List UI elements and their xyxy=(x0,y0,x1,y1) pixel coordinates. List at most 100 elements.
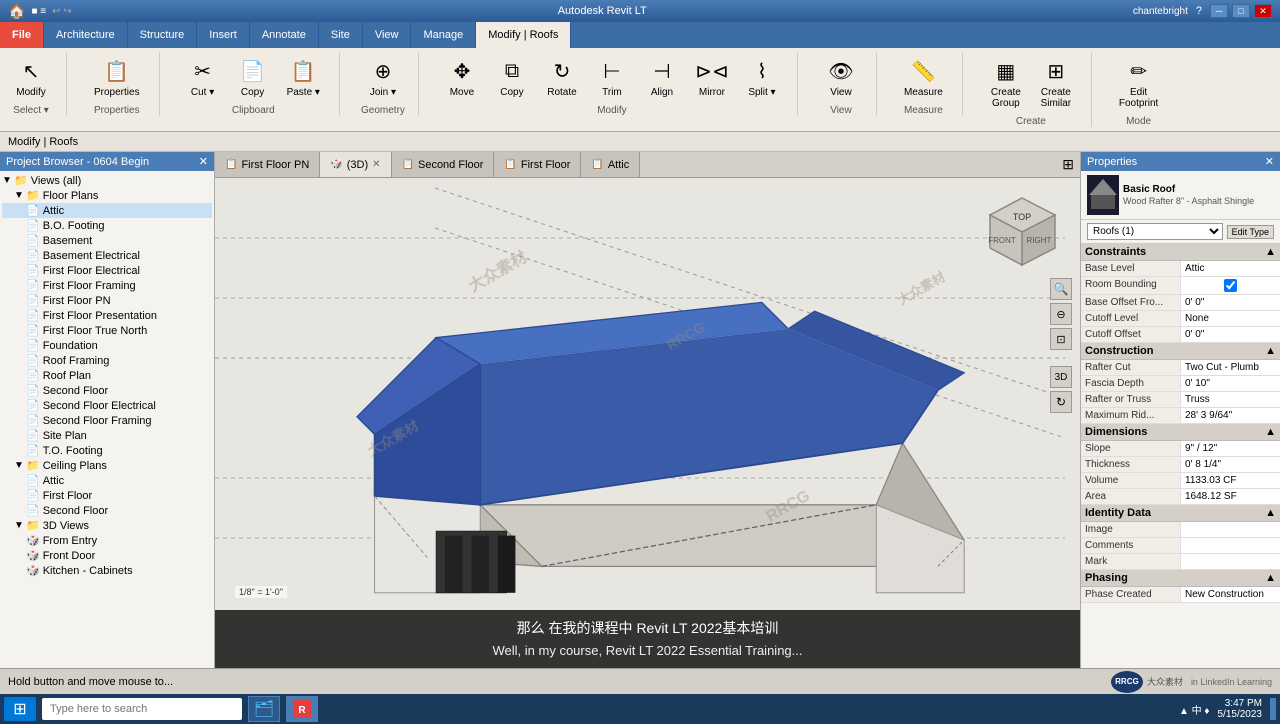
maximize-button[interactable]: □ xyxy=(1232,4,1250,18)
paste-icon: 📋 xyxy=(287,55,319,87)
mirror-button[interactable]: ⊳⊲ Mirror xyxy=(689,52,735,101)
pb-content[interactable]: ▼ 📁 Views (all) ▼ 📁 Floor Plans 📄 Attic … xyxy=(0,171,214,668)
create-group-button[interactable]: ▦ CreateGroup xyxy=(983,52,1029,112)
tab-modify-roofs[interactable]: Modify | Roofs xyxy=(476,22,571,48)
zoom-in-button[interactable]: 🔍 xyxy=(1050,278,1072,300)
tree-item-second-floor[interactable]: 📄 Second Floor xyxy=(2,383,212,398)
rotate-button[interactable]: ↻ Rotate xyxy=(539,52,585,101)
tree-item-foundation[interactable]: 📄 Foundation xyxy=(2,338,212,353)
tree-item-first-floor-framing[interactable]: 📄 First Floor Framing xyxy=(2,278,212,293)
tab-first-floor[interactable]: 📋 First Floor xyxy=(494,152,581,177)
split-button[interactable]: ⌇ Split ▾ xyxy=(739,52,785,101)
split-icon: ⌇ xyxy=(746,55,778,87)
tree-item-first-floor-pn[interactable]: 📄 First Floor PN xyxy=(2,293,212,308)
copy-button[interactable]: 📄 Copy xyxy=(230,52,276,101)
element-type-dropdown[interactable]: Roofs (1) xyxy=(1087,223,1223,240)
show-desktop[interactable] xyxy=(1270,698,1276,720)
align-button[interactable]: ⊣ Align xyxy=(639,52,685,101)
tree-item-attic[interactable]: 📄 Attic xyxy=(2,203,212,218)
prop-type-selector[interactable]: Roofs (1) Edit Type xyxy=(1081,220,1280,244)
tree-item-basement-electrical[interactable]: 📄 Basement Electrical xyxy=(2,248,212,263)
tab-first-floor-pn[interactable]: 📋 First Floor PN xyxy=(215,152,320,177)
navigation-cube[interactable]: TOP RIGHT FRONT xyxy=(985,193,1060,268)
view-tool-button[interactable]: 👁 View xyxy=(818,52,864,101)
tree-item-roof-framing[interactable]: 📄 Roof Framing xyxy=(2,353,212,368)
viewport-expand-icon[interactable]: ⊞ xyxy=(1062,156,1074,173)
minimize-button[interactable]: ─ xyxy=(1210,4,1228,18)
tab-second-floor[interactable]: 📋 Second Floor xyxy=(392,152,495,177)
tree-3d-from-entry[interactable]: 🎲 From Entry xyxy=(2,533,212,548)
create-similar-button[interactable]: ⊞ CreateSimilar xyxy=(1033,52,1079,112)
tab-3d[interactable]: 🎲 (3D) ✕ xyxy=(320,152,391,177)
zoom-fit-button[interactable]: ⊡ xyxy=(1050,328,1072,350)
edit-type-button[interactable]: Edit Type xyxy=(1227,225,1274,239)
prop-rafter-or-truss: Rafter or Truss Truss xyxy=(1081,392,1280,408)
tab-manage[interactable]: Manage xyxy=(411,22,476,48)
trim-button[interactable]: ⊢ Trim xyxy=(589,52,635,101)
tree-item-site-plan[interactable]: 📄 Site Plan xyxy=(2,428,212,443)
orbit-button[interactable]: ↻ xyxy=(1050,391,1072,413)
prop-comments: Comments xyxy=(1081,538,1280,554)
help-icon[interactable]: ? xyxy=(1196,5,1202,17)
tab-site[interactable]: Site xyxy=(319,22,363,48)
construction-section-header[interactable]: Construction ▲ xyxy=(1081,343,1280,360)
tree-ceiling-plans[interactable]: ▼ 📁 Ceiling Plans xyxy=(2,458,212,473)
phasing-section-header[interactable]: Phasing ▲ xyxy=(1081,570,1280,587)
dimensions-section-header[interactable]: Dimensions ▲ xyxy=(1081,424,1280,441)
prop-close-icon[interactable]: ✕ xyxy=(1265,155,1274,168)
tab-insert[interactable]: Insert xyxy=(197,22,250,48)
taskbar-explorer[interactable]: 🗂 xyxy=(248,696,280,722)
close-button[interactable]: ✕ xyxy=(1254,4,1272,18)
tree-item-first-floor-presentation[interactable]: 📄 First Floor Presentation xyxy=(2,308,212,323)
cut-button[interactable]: ✂ Cut ▾ xyxy=(180,52,226,101)
move-icon: ✥ xyxy=(446,55,478,87)
tree-item-second-floor-electrical[interactable]: 📄 Second Floor Electrical xyxy=(2,398,212,413)
watermark-label: 大众素材 xyxy=(1147,675,1183,688)
modify-button[interactable]: ↖ Modify xyxy=(8,52,54,101)
tab-attic[interactable]: 📋 Attic xyxy=(581,152,640,177)
measure-button[interactable]: 📏 Measure xyxy=(897,52,950,101)
identity-section-header[interactable]: Identity Data ▲ xyxy=(1081,505,1280,522)
taskbar-search[interactable] xyxy=(42,698,242,720)
view-content[interactable]: TOP RIGHT FRONT 🔍 ⊖ ⊡ 3D ↻ 大众素材 RRCG 大众素… xyxy=(215,178,1080,668)
copy-tool-button[interactable]: ⧉ Copy xyxy=(489,52,535,101)
zoom-out-button[interactable]: ⊖ xyxy=(1050,303,1072,325)
tree-item-first-floor-electrical[interactable]: 📄 First Floor Electrical xyxy=(2,263,212,278)
tree-3d-kitchen-cabinets[interactable]: 🎲 Kitchen - Cabinets xyxy=(2,563,212,578)
constraints-section-header[interactable]: Constraints ▲ xyxy=(1081,244,1280,261)
tree-ceiling-first-floor[interactable]: 📄 First Floor xyxy=(2,488,212,503)
ribbon-group-modify: ✥ Move ⧉ Copy ↻ Rotate ⊢ Trim ⊣ Align xyxy=(439,52,798,116)
tab-annotate[interactable]: Annotate xyxy=(250,22,319,48)
properties-button[interactable]: 📋 Properties xyxy=(87,52,147,101)
paste-button[interactable]: 📋 Paste ▾ xyxy=(280,52,327,101)
tree-item-basement[interactable]: 📄 Basement xyxy=(2,233,212,248)
tree-item-bo-footing[interactable]: 📄 B.O. Footing xyxy=(2,218,212,233)
tree-ceiling-second-floor[interactable]: 📄 Second Floor xyxy=(2,503,212,518)
view-tabs: 📋 First Floor PN 🎲 (3D) ✕ 📋 Second Floor… xyxy=(215,152,1080,178)
tree-item-first-floor-true-north[interactable]: 📄 First Floor True North xyxy=(2,323,212,338)
taskbar-revit[interactable]: R xyxy=(286,696,318,722)
tree-3d-views[interactable]: ▼ 📁 3D Views xyxy=(2,518,212,533)
tree-floor-plans[interactable]: ▼ 📁 Floor Plans xyxy=(2,188,212,203)
move-button[interactable]: ✥ Move xyxy=(439,52,485,101)
pb-close-icon[interactable]: ✕ xyxy=(199,155,208,168)
start-button[interactable]: ⊞ xyxy=(4,697,36,721)
tree-item-second-floor-framing[interactable]: 📄 Second Floor Framing xyxy=(2,413,212,428)
tab-view[interactable]: View xyxy=(363,22,412,48)
tree-ceiling-attic[interactable]: 📄 Attic xyxy=(2,473,212,488)
room-bounding-checkbox[interactable] xyxy=(1185,279,1276,292)
main-area: Project Browser - 0604 Begin ✕ ▼ 📁 Views… xyxy=(0,152,1280,668)
tree-3d-front-door[interactable]: 🎲 Front Door xyxy=(2,548,212,563)
roof-3d-model xyxy=(275,188,1055,628)
tab-structure[interactable]: Structure xyxy=(128,22,198,48)
scissors-icon: ✂ xyxy=(187,55,219,87)
tab-architecture[interactable]: Architecture xyxy=(44,22,128,48)
tab-3d-close[interactable]: ✕ xyxy=(372,159,380,170)
tree-views-all[interactable]: ▼ 📁 Views (all) xyxy=(2,173,212,188)
tab-file[interactable]: File xyxy=(0,22,44,48)
tree-item-roof-plan[interactable]: 📄 Roof Plan xyxy=(2,368,212,383)
3d-navigation-button[interactable]: 3D xyxy=(1050,366,1072,388)
join-button[interactable]: ⊕ Join ▾ xyxy=(360,52,406,101)
tree-item-to-footing[interactable]: 📄 T.O. Footing xyxy=(2,443,212,458)
edit-footprint-button[interactable]: ✏ EditFootprint xyxy=(1112,52,1165,112)
